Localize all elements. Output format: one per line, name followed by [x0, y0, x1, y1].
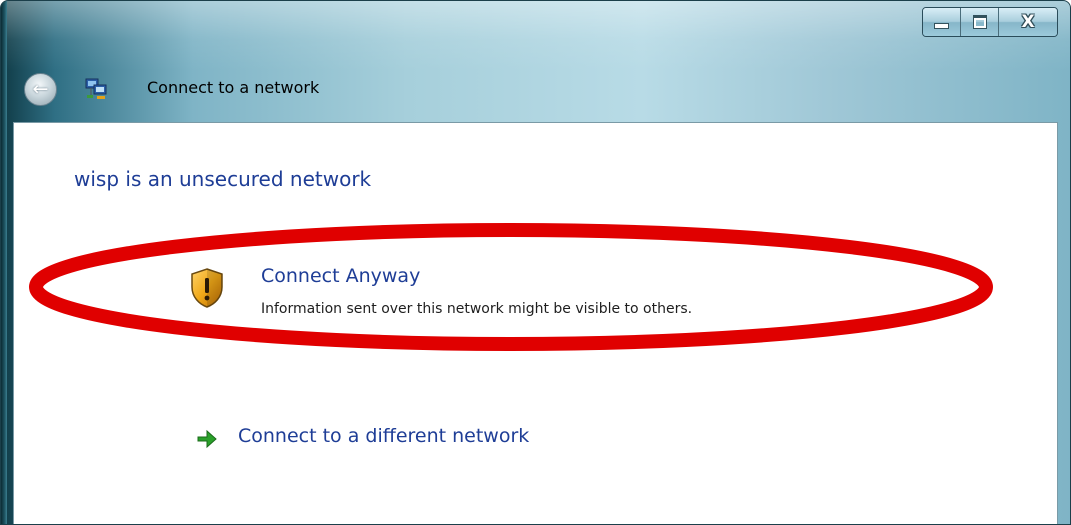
minimize-button[interactable] [923, 8, 961, 36]
close-button[interactable]: X [999, 8, 1057, 36]
security-shield-warning-icon [191, 268, 223, 308]
connect-anyway-label: Connect Anyway [261, 265, 421, 287]
connect-to-network-window: X ← Connect to a network wisp is an unse… [0, 0, 1071, 525]
green-arrow-icon [197, 429, 217, 449]
window-title: Connect to a network [147, 78, 320, 97]
maximize-button[interactable] [961, 8, 999, 36]
maximize-icon [972, 15, 987, 29]
connect-different-network-label: Connect to a different network [238, 425, 530, 447]
network-icon [85, 78, 107, 99]
page-heading: wisp is an unsecured network [74, 167, 372, 191]
connect-different-network-option[interactable]: Connect to a different network [196, 425, 636, 455]
connect-anyway-option[interactable]: Connect Anyway Information sent over thi… [189, 261, 889, 329]
minimize-icon [934, 23, 949, 29]
content-panel: wisp is an unsecured network Connect Any… [13, 122, 1058, 524]
caption-buttons: X [922, 7, 1058, 37]
title-bar-glass [1, 1, 1070, 71]
window-left-border [1, 1, 7, 524]
back-button[interactable]: ← [24, 73, 57, 106]
close-icon: X [1021, 12, 1035, 32]
connect-anyway-description: Information sent over this network might… [261, 301, 693, 317]
back-arrow-icon: ← [32, 77, 49, 100]
